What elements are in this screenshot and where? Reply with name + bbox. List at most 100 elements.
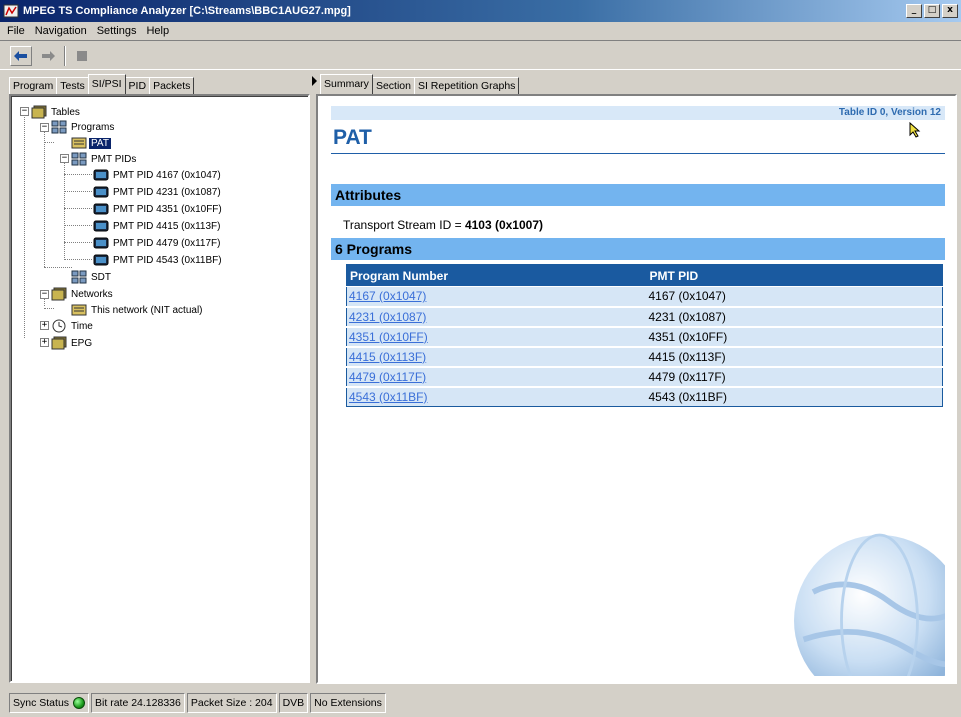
tree-node-time[interactable]: Time [51, 318, 95, 334]
expander-time[interactable]: + [40, 321, 49, 330]
tree-node-pmt-pid[interactable]: PMT PID 4351 (0x10FF) [93, 201, 224, 217]
program-number-link[interactable]: 4479 (0x117F) [349, 370, 426, 384]
tree-node-tables[interactable]: Tables [31, 104, 82, 120]
pmt-table-icon [93, 169, 109, 181]
table-row: 4479 (0x117F) 4479 (0x117F) [346, 366, 943, 388]
toolbar-separator [64, 46, 66, 66]
program-number-link[interactable]: 4415 (0x113F) [349, 350, 426, 364]
menu-navigation[interactable]: Navigation [30, 25, 92, 37]
column-header-program-number: Program Number [346, 264, 647, 287]
summary-panel: Table ID 0, Version 12 PAT Attributes Tr… [316, 94, 957, 684]
expander-networks[interactable]: − [40, 290, 49, 299]
ts-id-label: Transport Stream ID = [343, 218, 465, 232]
expander-tables[interactable]: − [20, 107, 29, 116]
program-number-link[interactable]: 4351 (0x10FF) [349, 330, 428, 344]
tree-node-programs[interactable]: Programs [51, 119, 116, 135]
title-bar: MPEG TS Compliance Analyzer [C:\Streams\… [0, 0, 961, 22]
pmt-pid-cell: 4351 (0x10FF) [646, 326, 943, 348]
tree-node-this-network[interactable]: This network (NIT actual) [71, 302, 205, 318]
tree-node-pmt-pid[interactable]: PMT PID 4415 (0x113F) [93, 218, 222, 234]
stop-icon [77, 51, 87, 61]
expander-pmt-pids[interactable]: − [60, 154, 69, 163]
table-id-version: Table ID 0, Version 12 [838, 107, 941, 118]
attributes-header: Attributes [331, 184, 945, 206]
tab-si-repetition-graphs[interactable]: SI Repetition Graphs [413, 77, 520, 94]
pmt-pids-grid-icon [71, 152, 87, 166]
maximize-button[interactable]: □ [924, 4, 940, 18]
transport-stream-id: Transport Stream ID = 4103 (0x1007) [343, 218, 543, 232]
app-icon [3, 4, 19, 18]
program-number-link[interactable]: 4167 (0x1047) [349, 289, 426, 303]
tree-node-epg[interactable]: EPG [51, 335, 94, 351]
right-tab-strip: Summary Section SI Repetition Graphs [320, 74, 520, 94]
tab-si-psi[interactable]: SI/PSI [87, 74, 126, 94]
forward-button[interactable] [37, 46, 59, 66]
tree-node-pmt-pid[interactable]: PMT PID 4231 (0x1087) [93, 184, 223, 200]
pmt-pid-cell: 4543 (0x11BF) [646, 386, 943, 407]
tree-node-pat[interactable]: PAT [71, 135, 111, 151]
pmt-pid-cell: 4167 (0x1047) [646, 286, 943, 308]
pmt-table-icon [93, 254, 109, 266]
clock-icon [52, 319, 66, 333]
epg-folder-icon [51, 336, 67, 350]
menu-settings[interactable]: Settings [92, 25, 142, 37]
header-band: Table ID 0, Version 12 [331, 106, 945, 120]
tree-node-sdt[interactable]: SDT [71, 269, 113, 285]
tree-node-pmt-pid[interactable]: PMT PID 4167 (0x1047) [93, 167, 223, 183]
ts-id-value: 4103 (0x1007) [464, 218, 544, 232]
window-title: MPEG TS Compliance Analyzer [C:\Streams\… [23, 5, 351, 17]
tab-program[interactable]: Program [9, 77, 58, 94]
pmt-table-icon [93, 186, 109, 198]
mouse-cursor-icon [909, 122, 921, 138]
page-title: PAT [333, 126, 372, 149]
tab-tests[interactable]: Tests [56, 77, 89, 94]
table-icon [71, 137, 87, 149]
pmt-pid-cell: 4231 (0x1087) [646, 306, 943, 328]
pmt-table-icon [93, 237, 109, 249]
table-row: 4543 (0x11BF) 4543 (0x11BF) [346, 386, 943, 407]
packet-size: Packet Size : 204 [186, 693, 277, 713]
tab-section[interactable]: Section [371, 77, 415, 94]
program-number-link[interactable]: 4543 (0x11BF) [349, 390, 428, 404]
tab-pid[interactable]: PID [124, 77, 151, 94]
pmt-table-icon [93, 203, 109, 215]
sync-status-led-icon [73, 697, 86, 709]
menu-file[interactable]: File [2, 25, 30, 37]
toolbar [0, 40, 961, 70]
minimize-button[interactable]: _ [906, 4, 922, 18]
networks-folder-icon [51, 287, 67, 301]
pmt-pid-cell: 4415 (0x113F) [646, 346, 943, 368]
column-header-pmt-pid: PMT PID [646, 264, 943, 287]
table-row: 4231 (0x1087) 4231 (0x1087) [346, 306, 943, 328]
programs-grid-icon [51, 120, 67, 134]
expander-epg[interactable]: + [40, 338, 49, 347]
status-bar: Sync Status Bit rate 24.128336 Packet Si… [0, 689, 961, 717]
table-row: 4167 (0x1047) 4167 (0x1047) [346, 286, 943, 308]
close-button[interactable]: x [942, 4, 958, 18]
tree-node-pmt-pids[interactable]: PMT PIDs [71, 151, 138, 167]
broadcast-standard: DVB [278, 693, 309, 713]
title-divider [331, 153, 945, 154]
programs-header: 6 Programs [331, 238, 945, 260]
sync-status-label: Sync Status [13, 697, 70, 709]
tree-node-pmt-pid[interactable]: PMT PID 4543 (0x11BF) [93, 252, 224, 268]
table-row: 4351 (0x10FF) 4351 (0x10FF) [346, 326, 943, 348]
extensions-status: No Extensions [310, 693, 386, 713]
tree-node-pmt-pid[interactable]: PMT PID 4479 (0x117F) [93, 235, 222, 251]
back-button[interactable] [10, 46, 32, 66]
table-icon [71, 304, 87, 316]
tree-node-networks[interactable]: Networks [51, 286, 115, 302]
collapse-arrow-icon [312, 76, 317, 86]
tables-tree[interactable]: − − − − + + Tables Programs PAT PMT PIDs… [9, 94, 310, 683]
tab-summary[interactable]: Summary [320, 74, 373, 94]
left-tab-strip: Program Tests SI/PSI PID Packets [9, 74, 195, 94]
forward-arrow-icon [42, 51, 55, 61]
programs-table: Program Number PMT PID 4167 (0x1047) 416… [346, 264, 943, 407]
tab-packets[interactable]: Packets [149, 77, 195, 94]
expander-programs[interactable]: − [40, 123, 49, 132]
tables-folder-icon [31, 105, 47, 119]
stop-button[interactable] [71, 46, 93, 66]
sync-status: Sync Status [9, 693, 90, 713]
program-number-link[interactable]: 4231 (0x1087) [349, 310, 426, 324]
menu-help[interactable]: Help [141, 25, 174, 37]
